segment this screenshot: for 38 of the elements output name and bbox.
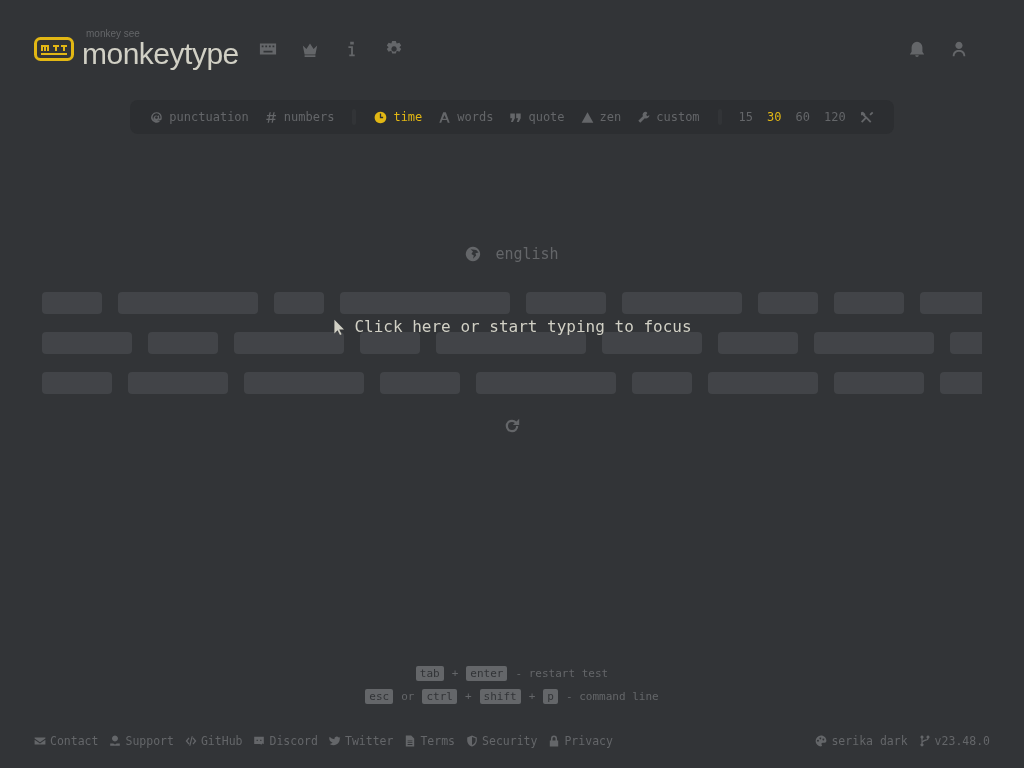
hash-icon bbox=[264, 110, 278, 124]
toggle-option[interactable]: numbers bbox=[256, 108, 343, 126]
at-sign-icon bbox=[150, 110, 164, 124]
mode-tab[interactable]: time bbox=[366, 108, 431, 126]
hint-text: + bbox=[528, 690, 536, 703]
duration-option[interactable]: 15 bbox=[731, 108, 761, 126]
mode-tab[interactable]: quote bbox=[501, 108, 573, 126]
globe-icon bbox=[465, 246, 482, 262]
bird-icon bbox=[328, 735, 341, 747]
bell-icon bbox=[908, 40, 926, 58]
shield-icon bbox=[466, 735, 479, 747]
logo-icon[interactable] bbox=[34, 37, 74, 61]
hint-text: + bbox=[464, 690, 472, 703]
duration-option[interactable]: 60 bbox=[788, 108, 817, 126]
branch-icon bbox=[918, 735, 931, 747]
chat-icon bbox=[253, 735, 266, 747]
refresh-icon bbox=[503, 417, 521, 435]
lock-icon bbox=[548, 735, 561, 747]
document-icon bbox=[404, 735, 417, 747]
envelope-icon bbox=[34, 735, 46, 747]
coin-hand-icon bbox=[109, 735, 122, 747]
code-icon bbox=[184, 735, 197, 747]
logo-text[interactable]: monkeytype bbox=[82, 39, 239, 69]
duration-option[interactable]: 30 bbox=[760, 108, 789, 126]
tools-icon bbox=[860, 110, 874, 124]
focus-message[interactable]: Click here or start typing to focus bbox=[42, 317, 982, 336]
mode-tab[interactable]: custom bbox=[629, 108, 708, 126]
duration-option[interactable]: 120 bbox=[816, 108, 853, 126]
mode-tab[interactable]: zen bbox=[572, 108, 630, 126]
clock-icon bbox=[374, 110, 388, 124]
triangle-icon bbox=[580, 110, 594, 124]
hint-text: + bbox=[451, 667, 459, 680]
user-icon bbox=[950, 40, 968, 58]
palette-icon bbox=[815, 735, 828, 747]
toggle-option[interactable]: punctuation bbox=[142, 108, 257, 126]
letter-icon bbox=[438, 110, 452, 124]
wrench-icon bbox=[637, 110, 651, 124]
mode-tab[interactable]: words bbox=[430, 108, 502, 126]
